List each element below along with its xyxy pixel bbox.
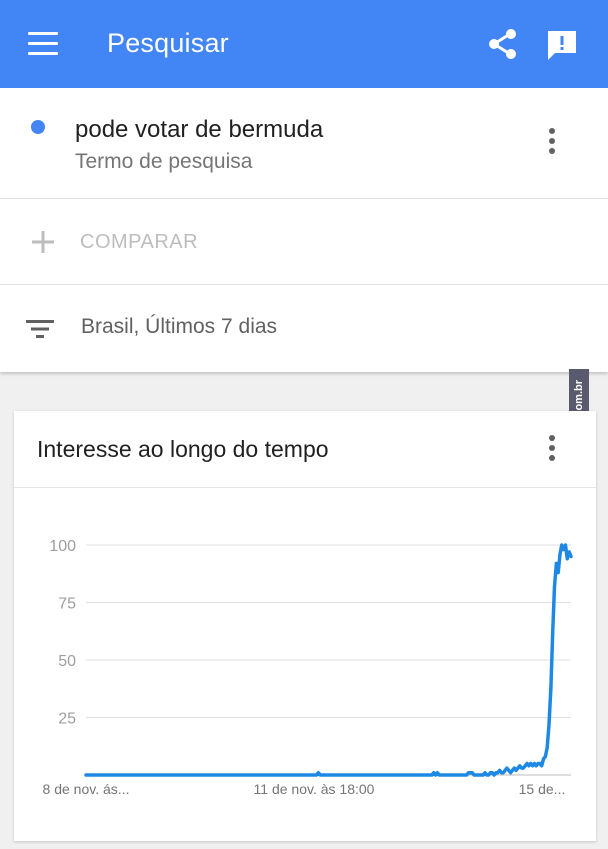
share-icon[interactable] [486,27,520,61]
y-tick-label: 100 [49,538,76,555]
filter-row[interactable]: Brasil, Últimos 7 dias [0,285,608,372]
feedback-icon[interactable] [545,28,579,62]
term-more-options-icon[interactable] [542,128,562,158]
y-tick-label: 75 [58,596,76,613]
term-color-dot [31,120,45,134]
y-tick-label: 25 [58,711,76,728]
app-bar: Pesquisar [0,0,608,88]
search-settings-card: pode votar de bermuda Termo de pesquisa … [0,88,608,372]
search-term-row[interactable]: pode votar de bermuda Termo de pesquisa [0,88,608,199]
search-term-type: Termo de pesquisa [75,150,253,173]
y-tick-label: 50 [58,653,76,670]
compare-button[interactable]: COMPARAR [0,199,608,285]
plus-icon [32,231,54,253]
filter-label: Brasil, Últimos 7 dias [81,315,278,338]
search-term-name: pode votar de bermuda [75,116,324,143]
filter-icon [26,320,54,338]
menu-icon[interactable] [28,32,58,56]
x-tick-label: 15 de... [519,781,566,797]
page-title: Pesquisar [107,28,229,58]
interest-over-time-card: Interesse ao longo do tempo 25 50 75 100 8 d… [14,411,596,841]
x-tick-label: 11 de nov. às 18:00 [254,781,375,797]
line-chart: 25 50 75 100 8 de nov. ás... 11 de nov. às 18… [43,538,573,797]
compare-label: COMPARAR [80,231,199,253]
x-tick-label: 8 de nov. ás... [43,781,130,797]
